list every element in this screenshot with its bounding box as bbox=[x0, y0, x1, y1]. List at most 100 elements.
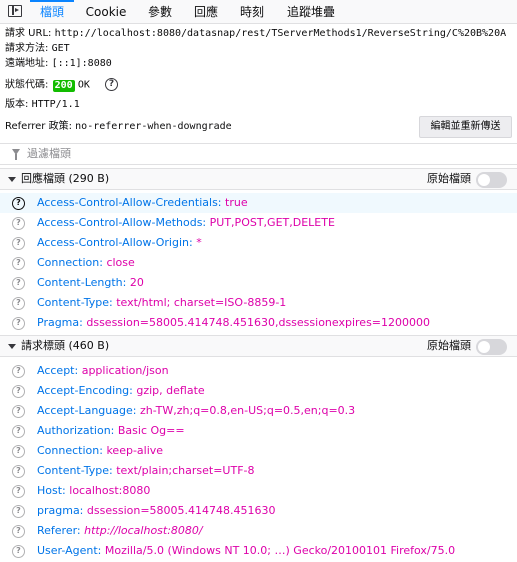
help-icon[interactable]: ? bbox=[12, 465, 25, 478]
header-name: Access-Control-Allow-Methods: bbox=[37, 216, 207, 229]
header-value: text/plain;charset=UTF-8 bbox=[116, 464, 255, 477]
help-icon[interactable]: ? bbox=[12, 277, 25, 290]
request-headers-section-header[interactable]: 請求標頭 (460 B) 原始檔頭 bbox=[0, 335, 517, 357]
remote-address-value: [::1]:8080 bbox=[51, 58, 112, 69]
status-label: 狀態代碼: bbox=[5, 79, 49, 91]
raw-headers-toggle[interactable] bbox=[476, 339, 507, 355]
header-name: Referer: bbox=[37, 524, 81, 537]
header-row[interactable]: ? Connection: close bbox=[0, 253, 517, 273]
help-icon[interactable]: ? bbox=[12, 545, 25, 558]
help-icon[interactable]: ? bbox=[12, 257, 25, 270]
header-row[interactable]: ? Content-Length: 20 bbox=[0, 273, 517, 293]
header-row[interactable]: ? Accept: application/json bbox=[0, 361, 517, 381]
request-url-line: 請求 URL: http://localhost:8080/datasnap/r… bbox=[5, 27, 506, 41]
help-icon[interactable]: ? bbox=[12, 505, 25, 518]
header-value: * bbox=[196, 236, 202, 249]
request-method-label: 請求方法: bbox=[5, 43, 49, 54]
header-value: dssession=58005.414748.451630,dssessione… bbox=[86, 316, 431, 329]
header-row[interactable]: ? Accept-Language: zh-TW,zh;q=0.8,en-US;q… bbox=[0, 401, 517, 421]
response-headers-list: ? Access-Control-Allow-Credentials: true … bbox=[0, 193, 517, 333]
header-name: User-Agent: bbox=[37, 544, 102, 557]
header-value: PUT,POST,GET,DELETE bbox=[209, 216, 335, 229]
collapse-arrow-icon[interactable] bbox=[8, 344, 16, 349]
header-value: close bbox=[106, 256, 135, 269]
header-name: pragma: bbox=[37, 504, 84, 517]
tab-bar: 檔頭 Cookie 參數 回應 時刻 追蹤堆疊 bbox=[0, 0, 517, 24]
version-value: HTTP/1.1 bbox=[31, 99, 80, 110]
header-row[interactable]: ? Content-Type: text/html; charset=ISO-88… bbox=[0, 293, 517, 313]
header-value[interactable]: http://localhost:8080/ bbox=[84, 524, 202, 537]
header-row[interactable]: ? Content-Type: text/plain;charset=UTF-8 bbox=[0, 461, 517, 481]
header-row[interactable]: ? Accept-Encoding: gzip, deflate bbox=[0, 381, 517, 401]
header-name: Pragma: bbox=[37, 316, 83, 329]
help-icon[interactable]: ? bbox=[12, 385, 25, 398]
tab-stack-trace[interactable]: 追蹤堆疊 bbox=[280, 0, 342, 24]
status-line: 狀態代碼: 200 OK ? bbox=[5, 78, 119, 93]
header-row[interactable]: ? Access-Control-Allow-Origin: * bbox=[0, 233, 517, 253]
help-icon[interactable]: ? bbox=[105, 78, 119, 91]
header-row[interactable]: ? Referer: http://localhost:8080/ bbox=[0, 521, 517, 541]
response-headers-title: 回應檔頭 (290 B) bbox=[21, 172, 110, 185]
header-row[interactable]: ? Pragma: dssession=58005.414748.451630,d… bbox=[0, 313, 517, 333]
raw-headers-label: 原始檔頭 bbox=[427, 172, 471, 185]
collapse-arrow-icon[interactable] bbox=[8, 177, 16, 182]
raw-headers-label: 原始檔頭 bbox=[427, 339, 471, 352]
header-name: Accept: bbox=[37, 364, 79, 377]
help-icon[interactable]: ? bbox=[12, 317, 25, 330]
tab-params[interactable]: 參數 bbox=[140, 0, 180, 24]
help-icon[interactable]: ? bbox=[12, 525, 25, 538]
header-value: keep-alive bbox=[106, 444, 164, 457]
header-value: zh-TW,zh;q=0.8,en-US;q=0.5,en;q=0.3 bbox=[139, 404, 356, 417]
header-value: application/json bbox=[81, 364, 169, 377]
request-headers-list: ? Accept: application/json ? Accept-Encodi… bbox=[0, 361, 517, 561]
edit-and-resend-button[interactable]: 編輯並重新傳送 bbox=[419, 116, 512, 138]
help-icon[interactable]: ? bbox=[12, 197, 25, 210]
header-name: Host: bbox=[37, 484, 66, 497]
header-name: Accept-Encoding: bbox=[37, 384, 133, 397]
header-row[interactable]: ? pragma: dssession=58005.414748.451630 bbox=[0, 501, 517, 521]
request-url-value[interactable]: http://localhost:8080/datasnap/rest/TSer… bbox=[55, 28, 507, 39]
tab-timings[interactable]: 時刻 bbox=[232, 0, 272, 24]
header-name: Connection: bbox=[37, 256, 103, 269]
help-icon[interactable]: ? bbox=[12, 485, 25, 498]
status-code-badge: 200 bbox=[52, 79, 75, 92]
header-value: localhost:8080 bbox=[69, 484, 151, 497]
header-row[interactable]: ? Access-Control-Allow-Methods: PUT,POST,… bbox=[0, 213, 517, 233]
help-icon[interactable]: ? bbox=[12, 365, 25, 378]
tab-headers[interactable]: 檔頭 bbox=[30, 0, 74, 24]
help-icon[interactable]: ? bbox=[12, 425, 25, 438]
referrer-policy-label: Referrer 政策: bbox=[5, 121, 72, 132]
help-icon[interactable]: ? bbox=[12, 237, 25, 250]
remote-address-label: 遠端地址: bbox=[5, 58, 49, 69]
request-method-line: 請求方法: GET bbox=[5, 42, 70, 56]
header-row[interactable]: ? Authorization: Basic Og== bbox=[0, 421, 517, 441]
filter-icon bbox=[12, 149, 20, 160]
toggle-sidebar-icon[interactable] bbox=[8, 5, 22, 17]
header-name: Access-Control-Allow-Credentials: bbox=[37, 196, 222, 209]
header-name: Accept-Language: bbox=[37, 404, 137, 417]
header-value: true bbox=[225, 196, 248, 209]
request-headers-title: 請求標頭 (460 B) bbox=[21, 339, 110, 352]
response-headers-section-header[interactable]: 回應檔頭 (290 B) 原始檔頭 bbox=[0, 168, 517, 190]
header-name: Content-Type: bbox=[37, 464, 113, 477]
header-row[interactable]: ? Access-Control-Allow-Credentials: true bbox=[0, 193, 517, 213]
raw-headers-toggle[interactable] bbox=[476, 172, 507, 188]
help-icon[interactable]: ? bbox=[12, 405, 25, 418]
referrer-policy-value: no-referrer-when-downgrade bbox=[75, 121, 232, 132]
filter-headers-input[interactable]: 過濾檔頭 bbox=[27, 144, 71, 164]
filter-bar: 過濾檔頭 bbox=[0, 143, 517, 165]
header-row[interactable]: ? Host: localhost:8080 bbox=[0, 481, 517, 501]
header-name: Connection: bbox=[37, 444, 103, 457]
header-row[interactable]: ? User-Agent: Mozilla/5.0 (Windows NT 10.… bbox=[0, 541, 517, 561]
help-icon[interactable]: ? bbox=[12, 297, 25, 310]
tab-response[interactable]: 回應 bbox=[186, 0, 226, 24]
version-label: 版本: bbox=[5, 99, 29, 110]
header-row[interactable]: ? Connection: keep-alive bbox=[0, 441, 517, 461]
header-name: Content-Type: bbox=[37, 296, 113, 309]
tab-cookies[interactable]: Cookie bbox=[80, 0, 132, 24]
header-value: dssession=58005.414748.451630 bbox=[86, 504, 276, 517]
header-value: 20 bbox=[129, 276, 144, 289]
help-icon[interactable]: ? bbox=[12, 445, 25, 458]
header-value: gzip, deflate bbox=[136, 384, 205, 397]
help-icon[interactable]: ? bbox=[12, 217, 25, 230]
